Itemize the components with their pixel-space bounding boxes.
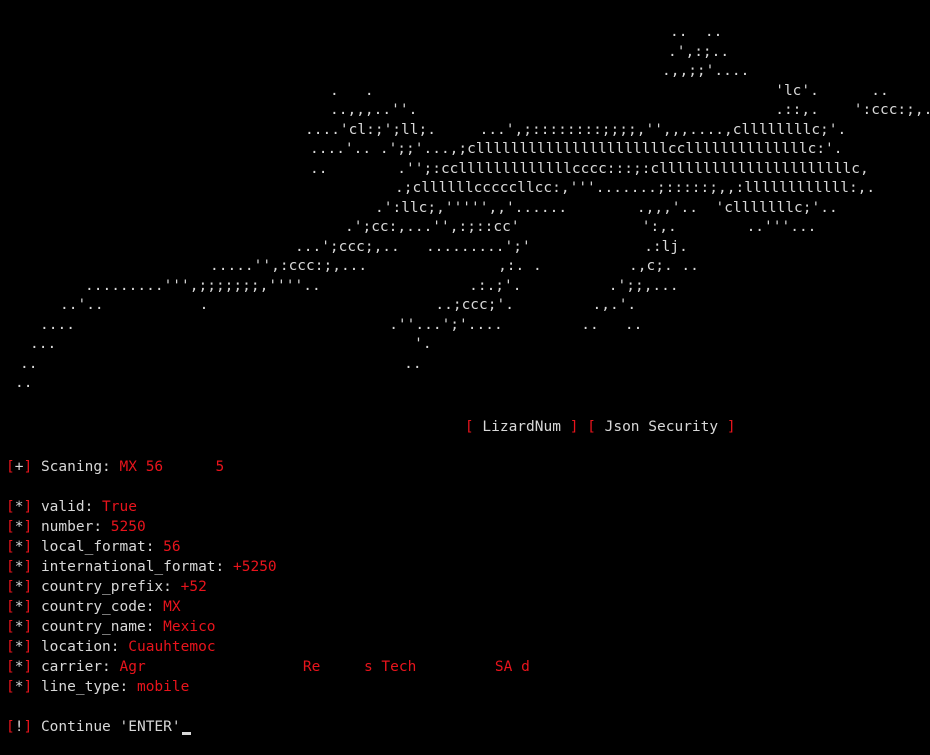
status-bracket-open: [ bbox=[6, 659, 15, 675]
banner-author-name: Json Security bbox=[595, 419, 727, 435]
scan-line: [+] Scaning: MX 56 5 bbox=[6, 457, 224, 477]
result-row: [*] valid: True bbox=[6, 497, 137, 517]
banner-bracket-close: ] bbox=[726, 419, 736, 435]
ascii-art-line: ..,,,..''. .::,. ':ccc:;,.. bbox=[330, 102, 930, 118]
result-key: location: bbox=[40, 639, 129, 655]
status-bracket-close: ] bbox=[23, 659, 33, 675]
result-key: line_type: bbox=[40, 679, 137, 695]
result-row: [*] country_code: MX bbox=[6, 597, 181, 617]
status-bracket-close: ] bbox=[23, 639, 33, 655]
banner-bracket-open: [ bbox=[464, 419, 474, 435]
status-bracket-open: [ bbox=[6, 459, 15, 475]
status-bracket-open: [ bbox=[6, 519, 15, 535]
result-value: 5250 bbox=[110, 519, 146, 535]
ascii-art-line: ....'cl:;';ll;. ...',;::::::::;;;;,'',,,… bbox=[305, 121, 847, 138]
ascii-art-line: .. .'';:cclllllllllllllcccc:::;:clllllll… bbox=[310, 160, 869, 177]
ascii-art-line: ..'.. . ..;ccc;'. .,.'. bbox=[60, 297, 637, 313]
terminal-window[interactable]: .. .. .',:;.. .,,;;'.... . . 'lc'. ....,,,.… bbox=[0, 0, 930, 755]
status-bracket-close: ] bbox=[23, 459, 33, 475]
result-key: number: bbox=[40, 519, 111, 535]
ascii-art-line: .':llc;,''''',,'...... .,,,'.. 'clllllll… bbox=[375, 199, 838, 216]
ascii-art-line: ....'.. .';;'...,;clllllllllllllllllllll… bbox=[310, 141, 843, 157]
result-value: +52 bbox=[180, 579, 207, 595]
banner-bracket-open: [ bbox=[587, 419, 596, 435]
scan-label: Scaning: bbox=[40, 459, 120, 475]
ascii-art-line: ... '. bbox=[30, 336, 432, 352]
result-value: +5250 bbox=[233, 559, 277, 575]
status-bracket-open: [ bbox=[6, 639, 15, 655]
result-key: international_format: bbox=[40, 559, 233, 575]
status-bracket-open: [ bbox=[6, 599, 15, 615]
prompt-text: Continue 'ENTER' bbox=[40, 719, 181, 735]
status-bracket-close: ] bbox=[23, 579, 33, 595]
result-key: carrier: bbox=[40, 659, 120, 675]
status-bracket-close: ] bbox=[23, 599, 33, 615]
result-value: MX bbox=[163, 599, 181, 615]
result-key: valid: bbox=[40, 499, 103, 515]
status-bracket-open: [ bbox=[6, 719, 15, 735]
banner-bracket-close: ] bbox=[569, 419, 579, 435]
result-value: mobile bbox=[136, 679, 190, 695]
result-key: country_name: bbox=[40, 619, 164, 635]
result-row: [*] location: Cuauhtemoc bbox=[6, 637, 216, 657]
scan-value: MX 56 5 bbox=[119, 459, 225, 475]
ascii-art-line: .';cc:,...'',:;::cc' ':,. ..'''... bbox=[345, 219, 817, 235]
status-bracket-close: ] bbox=[23, 719, 33, 735]
ascii-art-line: .. .. bbox=[20, 355, 422, 372]
result-key: country_prefix: bbox=[40, 579, 181, 595]
tool-banner: [ LizardNum ] [ Json Security ] bbox=[430, 397, 736, 435]
status-bracket-close: ] bbox=[23, 619, 33, 635]
text-cursor bbox=[181, 732, 191, 735]
result-row: [*] international_format: +5250 bbox=[6, 557, 277, 577]
result-row: [*] country_prefix: +52 bbox=[6, 577, 207, 597]
status-bracket-close: ] bbox=[23, 519, 33, 535]
result-key: local_format: bbox=[40, 539, 164, 555]
status-bracket-open: [ bbox=[6, 539, 15, 555]
ascii-art-line: .,,;;'.... bbox=[662, 63, 750, 79]
result-row: [*] local_format: 56 bbox=[6, 537, 181, 557]
ascii-art-line: .... .''...';'.... .. .. bbox=[40, 316, 643, 333]
status-bracket-open: [ bbox=[6, 499, 15, 515]
status-bracket-close: ] bbox=[23, 679, 33, 695]
status-bracket-open: [ bbox=[6, 579, 15, 595]
result-row: [*] number: 5250 bbox=[6, 517, 146, 537]
result-value: True bbox=[102, 499, 137, 515]
status-bracket-open: [ bbox=[6, 679, 15, 695]
status-bracket-open: [ bbox=[6, 619, 15, 635]
result-key: country_code: bbox=[40, 599, 164, 615]
banner-tool-name: LizardNum bbox=[473, 419, 570, 435]
result-value: Agr Re s Tech SA d bbox=[119, 659, 530, 675]
ascii-art-line: .;cllllllcccccllcc:,'''.......;:::::;,,:… bbox=[395, 180, 876, 196]
result-value: 56 bbox=[163, 539, 181, 555]
ascii-art-line: .....'',:ccc:;,... ,:. . .,c;. .. bbox=[210, 258, 699, 274]
status-bracket-close: ] bbox=[23, 539, 33, 555]
status-bracket-close: ] bbox=[23, 559, 33, 575]
status-bracket-close: ] bbox=[23, 499, 33, 515]
ascii-art-line: .',:;.. bbox=[668, 43, 730, 60]
ascii-art-line: . . 'lc'. .. bbox=[330, 82, 889, 99]
result-row: [*] country_name: Mexico bbox=[6, 617, 216, 637]
lizard-ascii-art: .. .. .',:;.. .,,;;'.... . . 'lc'. ....,,,.… bbox=[0, 22, 930, 402]
ascii-art-line: .. .. bbox=[670, 24, 723, 40]
result-row: [*] carrier: Agr Re s Tech SA d bbox=[6, 657, 530, 677]
result-row: [*] line_type: mobile bbox=[6, 677, 189, 697]
result-value: Mexico bbox=[163, 619, 216, 635]
continue-prompt[interactable]: [!] Continue 'ENTER' bbox=[6, 717, 191, 737]
ascii-art-line: .. bbox=[15, 375, 33, 391]
ascii-art-line: .........''',;;;;;;;,''''.. .:.;'. .';;,… bbox=[85, 277, 679, 294]
result-value: Cuauhtemoc bbox=[128, 639, 216, 655]
ascii-art-line: ...';ccc;,.. .........';' .:lj. bbox=[295, 238, 688, 255]
status-bracket-open: [ bbox=[6, 559, 15, 575]
